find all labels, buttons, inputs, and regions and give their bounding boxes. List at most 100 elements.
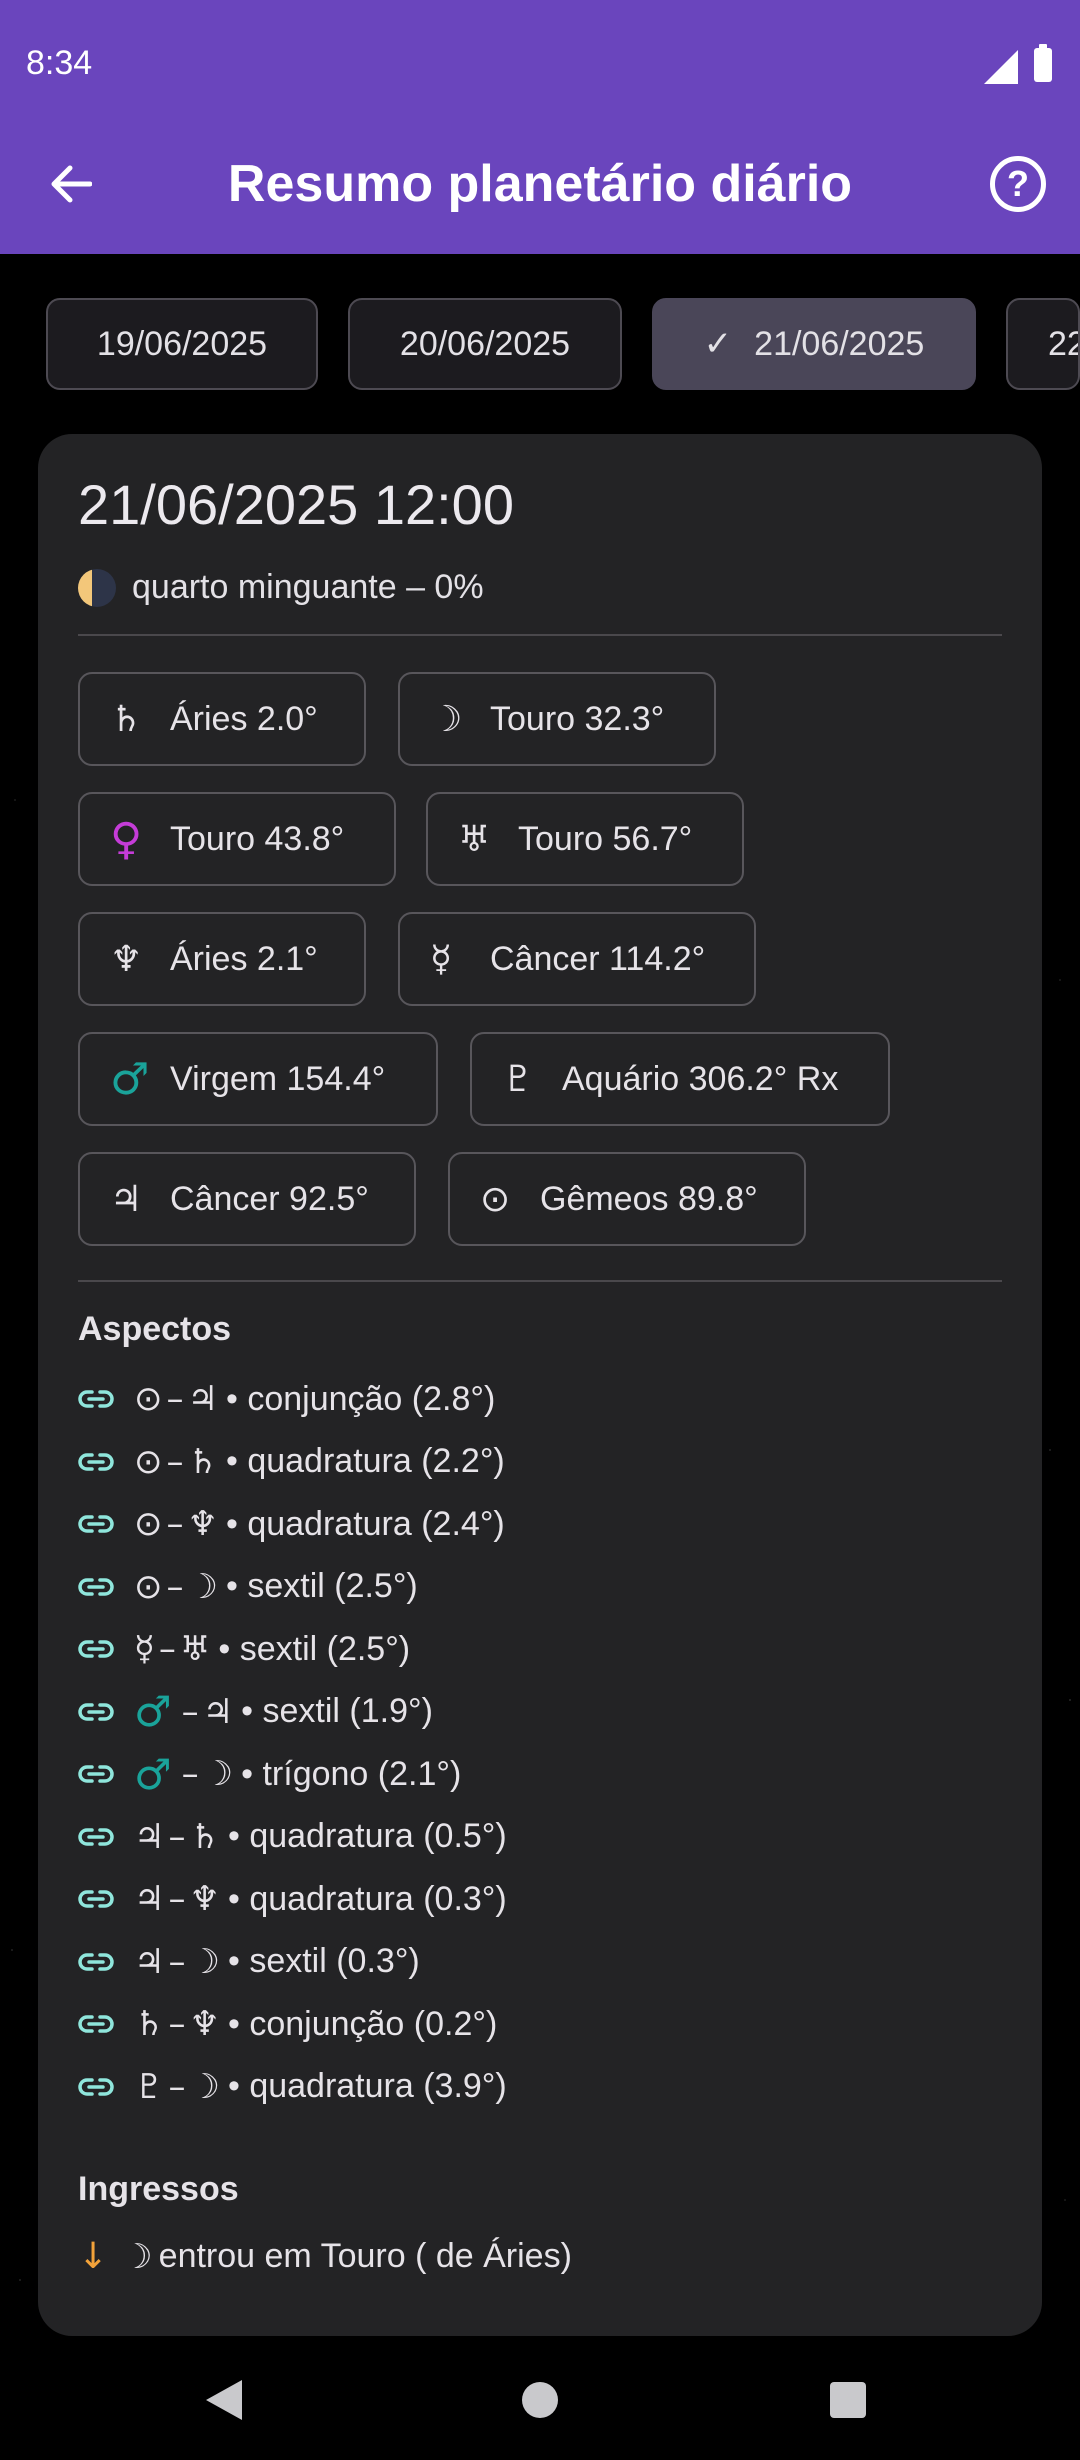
- planet-chip-label: Touro 43.8°: [170, 819, 345, 858]
- aspect-planet-a: ⊙: [134, 1566, 163, 1607]
- aspect-planet-a: ♂: [134, 1749, 172, 1799]
- check-icon: ✓: [703, 325, 733, 363]
- planet-chip-label: Câncer 114.2°: [490, 939, 706, 978]
- aspect-planet-b: ♃: [187, 1379, 218, 1419]
- link-icon: [78, 1764, 134, 1784]
- aspects-heading: Aspectos: [78, 1310, 232, 1348]
- uranus-icon: ♅: [458, 818, 491, 860]
- aspect-label: • quadratura (2.4°): [225, 1504, 505, 1543]
- aspect-planet-b: ♄: [189, 1816, 220, 1857]
- page-title: Resumo planetário diário: [227, 155, 853, 213]
- aspect-planet-b: ♆: [189, 1879, 220, 1919]
- sun-icon: ⊙: [480, 1178, 511, 1220]
- aspect-item: ♂ – ♃ • sextil (1.9°): [78, 1687, 433, 1737]
- aspect-dash: –: [158, 1629, 176, 1669]
- aspect-dash: –: [166, 1379, 184, 1419]
- date-chip[interactable]: 22: [1006, 298, 1080, 390]
- aspect-planet-a: ♃: [134, 1816, 165, 1857]
- aspect-label: • conjunção (2.8°): [225, 1379, 496, 1418]
- aspect-planet-b: ☽: [202, 1754, 234, 1794]
- aspect-label: • sextil (2.5°): [218, 1629, 411, 1668]
- planet-chip-label: Gêmeos 89.8°: [540, 1179, 758, 1218]
- aspect-item: ♃ – ♆ • quadratura (0.3°): [78, 1874, 507, 1924]
- planet-chip[interactable]: ♇ Aquário 306.2° Rx: [470, 1032, 890, 1126]
- link-icon: [78, 2077, 134, 2097]
- divider: [78, 1280, 1002, 1282]
- aspect-label: • sextil (2.5°): [225, 1567, 418, 1605]
- aspect-planet-b: ♄: [187, 1441, 218, 1482]
- planet-chip-label: Touro 56.7°: [518, 819, 693, 858]
- nav-home-button[interactable]: [522, 2382, 558, 2418]
- aspect-planet-a: ⊙: [134, 1379, 163, 1419]
- status-bar: 8:34: [0, 0, 1080, 134]
- planet-chip-label: Áries 2.0°: [170, 699, 318, 738]
- aspect-label: • quadratura (3.9°): [227, 2067, 507, 2105]
- top-bar: 8:34 Resumo planetário diário ?: [0, 0, 1080, 254]
- aspect-dash: –: [168, 1816, 186, 1857]
- aspect-label: • sextil (0.3°): [227, 1942, 420, 1980]
- aspect-dash: –: [168, 2066, 186, 2107]
- aspect-item: ⊙ – ♄ • quadratura (2.2°): [78, 1437, 505, 1487]
- aspect-planet-a: ♄: [134, 2004, 165, 2044]
- aspect-label: • quadratura (0.3°): [227, 1879, 507, 1918]
- aspect-planet-b: ♆: [189, 2004, 220, 2044]
- link-icon: [78, 1514, 134, 1534]
- planet-chip-label: Virgem 154.4°: [170, 1059, 386, 1098]
- aspect-planet-b: ♅: [179, 1629, 211, 1669]
- planet-chip[interactable]: ♂ Virgem 154.4°: [78, 1032, 438, 1126]
- planet-chip[interactable]: ♆ Áries 2.1°: [78, 912, 366, 1006]
- planet-chip[interactable]: ♃ Câncer 92.5°: [78, 1152, 416, 1246]
- link-icon: [78, 1389, 134, 1409]
- link-icon: [78, 1452, 134, 1472]
- planet-chip[interactable]: ♀ Touro 43.8°: [78, 792, 396, 886]
- planet-chip-label: Áries 2.1°: [170, 939, 318, 978]
- ingress-item: ↓ ☽ entrou em Touro ( de Áries): [78, 2236, 572, 2277]
- aspect-label: • quadratura (0.5°): [227, 1817, 507, 1855]
- date-chip-selected[interactable]: ✓ 21/06/2025: [652, 298, 976, 390]
- aspect-dash: –: [166, 1504, 184, 1544]
- neptune-icon: ♆: [110, 938, 143, 980]
- arrow-down-icon: ↓: [78, 2236, 109, 2277]
- aspect-item: ♄ – ♆ • conjunção (0.2°): [78, 1999, 497, 2049]
- aspect-planet-b: ☽: [189, 1941, 220, 1982]
- planet-chip[interactable]: ♄ Áries 2.0°: [78, 672, 366, 766]
- aspect-planet-a: ⊙: [134, 1504, 163, 1544]
- planet-chip[interactable]: ⊙ Gêmeos 89.8°: [448, 1152, 806, 1246]
- aspect-item: ♂ – ☽ • trígono (2.1°): [78, 1749, 461, 1799]
- aspect-item: ⊙ – ♆ • quadratura (2.4°): [78, 1499, 505, 1549]
- date-chip-label: 22: [1048, 324, 1078, 363]
- jupiter-icon: ♃: [110, 1178, 143, 1220]
- aspect-planet-b: ♃: [202, 1691, 234, 1732]
- battery-icon: [1034, 44, 1052, 82]
- link-icon: [78, 1639, 134, 1659]
- link-icon: [78, 2014, 134, 2034]
- nav-recents-button[interactable]: [830, 2382, 866, 2418]
- ingress-text: entrou em Touro ( de Áries): [158, 2237, 572, 2275]
- planet-chip-label: Câncer 92.5°: [170, 1179, 369, 1218]
- venus-icon: ♀: [110, 813, 143, 865]
- aspect-planet-b: ☽: [189, 2066, 220, 2107]
- aspect-planet-a: ♃: [134, 1941, 165, 1982]
- ingress-heading: Ingressos: [78, 2170, 239, 2208]
- planet-chip-label: Touro 32.3°: [490, 699, 665, 738]
- summary-card: 21/06/2025 12:00 quarto minguante – 0% ♄…: [38, 434, 1042, 2336]
- moon-phase-label: quarto minguante – 0%: [132, 568, 484, 606]
- aspect-item: ☿ – ♅ • sextil (2.5°): [78, 1624, 410, 1674]
- planet-chip[interactable]: ☽ Touro 32.3°: [398, 672, 716, 766]
- aspect-dash: –: [181, 1754, 199, 1794]
- pluto-icon: ♇: [502, 1058, 535, 1100]
- date-chip-label: 20/06/2025: [399, 324, 571, 363]
- aspect-planet-a: ♂: [134, 1687, 172, 1736]
- date-chip[interactable]: 19/06/2025: [46, 298, 318, 390]
- link-icon: [78, 1702, 134, 1722]
- date-chip[interactable]: 20/06/2025: [348, 298, 622, 390]
- help-icon[interactable]: ?: [990, 156, 1046, 212]
- aspect-dash: –: [168, 1941, 186, 1982]
- moon-icon: ☽: [430, 698, 463, 740]
- system-nav-bar: [0, 2340, 1080, 2460]
- nav-back-button[interactable]: [206, 2380, 242, 2420]
- mercury-icon: ☿: [430, 938, 453, 980]
- aspect-dash: –: [168, 2004, 186, 2044]
- planet-chip[interactable]: ☿ Câncer 114.2°: [398, 912, 756, 1006]
- planet-chip[interactable]: ♅ Touro 56.7°: [426, 792, 744, 886]
